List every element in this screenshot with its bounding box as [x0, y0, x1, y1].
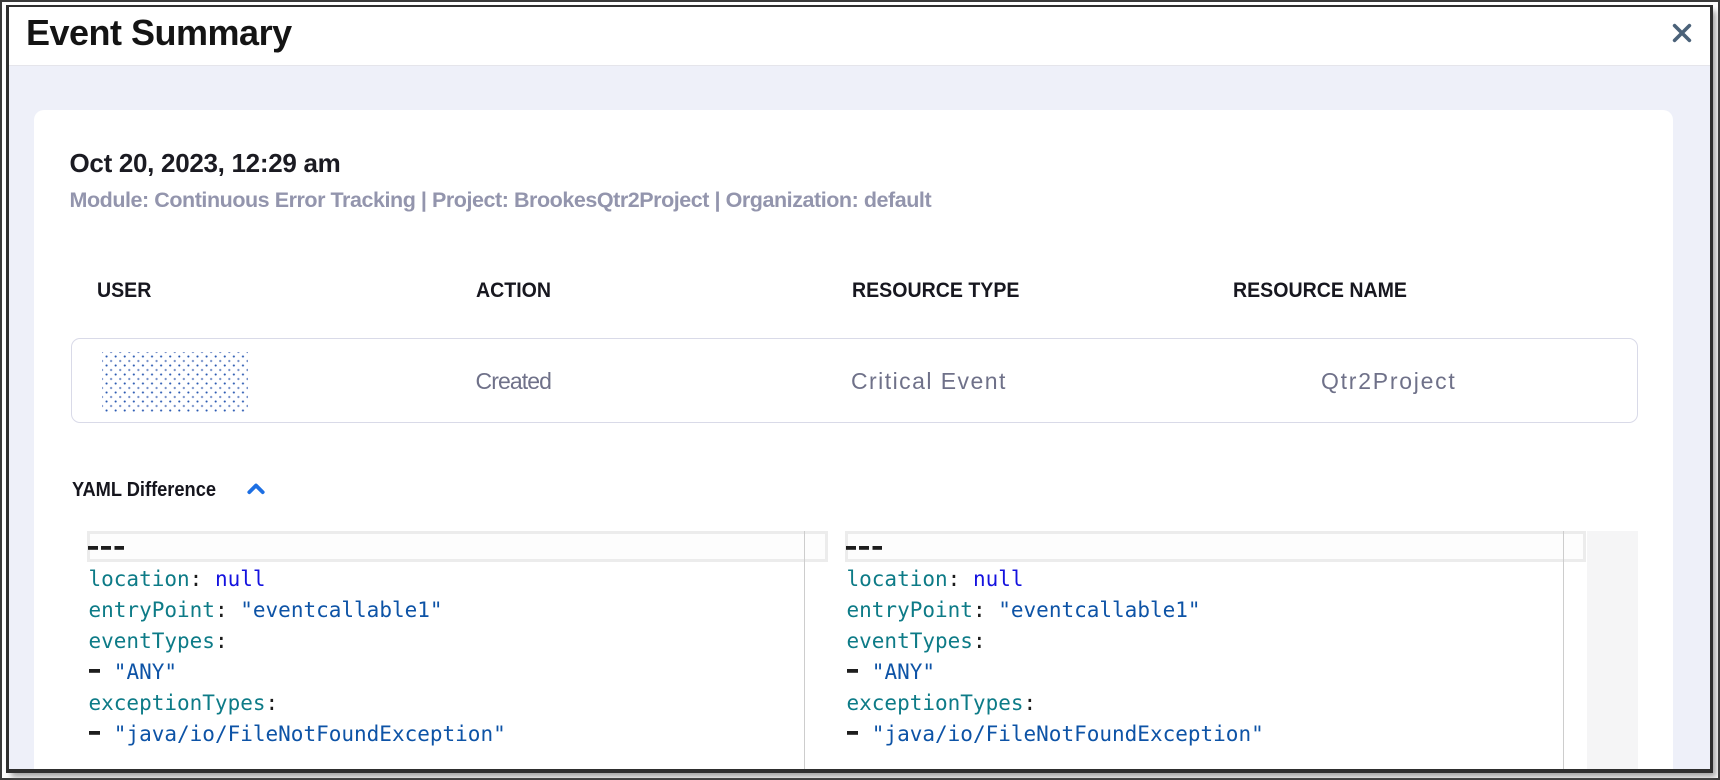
yaml-token-key: entryPoint	[847, 598, 973, 622]
chevron-up-icon[interactable]	[247, 483, 265, 495]
col-header-user: USER	[97, 278, 151, 303]
yaml-scrollbar-divider-left	[804, 531, 805, 769]
yaml-token-pun: ---	[88, 532, 126, 563]
event-meta: Module: Continuous Error Tracking | Proj…	[70, 188, 932, 213]
yaml-code-line: exceptionTypes:	[847, 688, 1037, 719]
yaml-token-key: eventTypes	[89, 629, 215, 653]
yaml-code-line: entryPoint: "eventcallable1"	[847, 595, 1201, 626]
yaml-panel-left[interactable]: ---location: nullentryPoint: "eventcalla…	[87, 531, 828, 769]
yaml-token-pun: :	[1024, 691, 1037, 715]
modal-header: Event Summary	[9, 7, 1710, 66]
yaml-first-row-highlight-right	[845, 531, 1586, 562]
yaml-code-line: - "java/io/FileNotFoundException"	[847, 719, 1264, 750]
yaml-token-str: "ANY"	[114, 660, 177, 684]
close-icon	[1672, 23, 1692, 43]
yaml-code-line: eventTypes:	[847, 626, 986, 657]
yaml-code-line: entryPoint: "eventcallable1"	[89, 595, 443, 626]
modal-title: Event Summary	[26, 12, 292, 54]
yaml-token-pun	[960, 567, 973, 591]
yaml-token-key: eventTypes	[847, 629, 973, 653]
yaml-token-pun: :	[973, 629, 986, 653]
yaml-token-pun	[228, 598, 241, 622]
diff-scroll-track[interactable]	[1587, 531, 1638, 769]
yaml-panel-right[interactable]: ---location: nullentryPoint: "eventcalla…	[845, 531, 1586, 769]
yaml-token-str: "ANY"	[872, 660, 935, 684]
event-summary-modal: Event Summary Oct 20, 2023, 12:29 am Mod…	[6, 5, 1713, 773]
col-header-resource-type: RESOURCE TYPE	[852, 278, 1019, 303]
event-card: Oct 20, 2023, 12:29 am Module: Continuou…	[34, 110, 1673, 769]
yaml-code-line: ---	[89, 532, 126, 563]
yaml-code-line: ---	[847, 532, 884, 563]
screenshot-frame: Event Summary Oct 20, 2023, 12:29 am Mod…	[0, 0, 1720, 780]
yaml-scrollbar-divider-right	[1563, 531, 1564, 769]
yaml-difference-label: YAML Difference	[72, 478, 216, 501]
yaml-token-key: location	[847, 567, 948, 591]
yaml-code-line: eventTypes:	[89, 626, 228, 657]
cell-resource-name: Qtr2Project	[1321, 368, 1457, 395]
yaml-code-line: - "java/io/FileNotFoundException"	[89, 719, 506, 750]
yaml-token-pun: -	[847, 719, 872, 750]
yaml-token-pun: -	[89, 719, 114, 750]
yaml-token-pun: -	[89, 657, 114, 688]
col-header-resource-name: RESOURCE NAME	[1233, 278, 1407, 303]
event-timestamp: Oct 20, 2023, 12:29 am	[70, 148, 341, 179]
yaml-code-line: location: null	[89, 564, 266, 595]
yaml-token-str: "java/io/FileNotFoundException"	[114, 722, 506, 746]
chevron-up-icon-path	[249, 486, 262, 493]
yaml-code-line: exceptionTypes:	[89, 688, 279, 719]
yaml-token-pun: ---	[846, 532, 884, 563]
yaml-token-pun: :	[215, 598, 228, 622]
yaml-code-line: - "ANY"	[847, 657, 936, 688]
col-header-action: ACTION	[476, 278, 551, 303]
yaml-token-str: "java/io/FileNotFoundException"	[872, 722, 1264, 746]
close-icon-path	[1675, 26, 1690, 41]
yaml-code-line: location: null	[847, 564, 1024, 595]
modal-body: Oct 20, 2023, 12:29 am Module: Continuou…	[9, 66, 1710, 769]
yaml-token-kw: null	[973, 567, 1024, 591]
cell-action: Created	[476, 368, 552, 395]
yaml-token-pun	[986, 598, 999, 622]
yaml-token-pun: :	[190, 567, 203, 591]
yaml-token-pun: :	[266, 691, 279, 715]
cell-resource-type: Critical Event	[851, 368, 1007, 395]
yaml-token-key: entryPoint	[89, 598, 215, 622]
close-button[interactable]	[1672, 23, 1692, 43]
yaml-token-pun: -	[847, 657, 872, 688]
yaml-token-pun: :	[948, 567, 961, 591]
yaml-token-pun: :	[215, 629, 228, 653]
yaml-token-str: "eventcallable1"	[998, 598, 1200, 622]
yaml-difference-header[interactable]: YAML Difference	[72, 478, 216, 502]
yaml-token-kw: null	[215, 567, 266, 591]
yaml-token-pun	[202, 567, 215, 591]
yaml-token-str: "eventcallable1"	[240, 598, 442, 622]
yaml-token-key: exceptionTypes	[847, 691, 1024, 715]
redacted-user-pattern	[102, 352, 248, 413]
yaml-token-pun: :	[973, 598, 986, 622]
yaml-first-row-highlight-left	[87, 531, 828, 562]
yaml-token-key: location	[89, 567, 190, 591]
yaml-token-key: exceptionTypes	[89, 691, 266, 715]
yaml-code-line: - "ANY"	[89, 657, 178, 688]
